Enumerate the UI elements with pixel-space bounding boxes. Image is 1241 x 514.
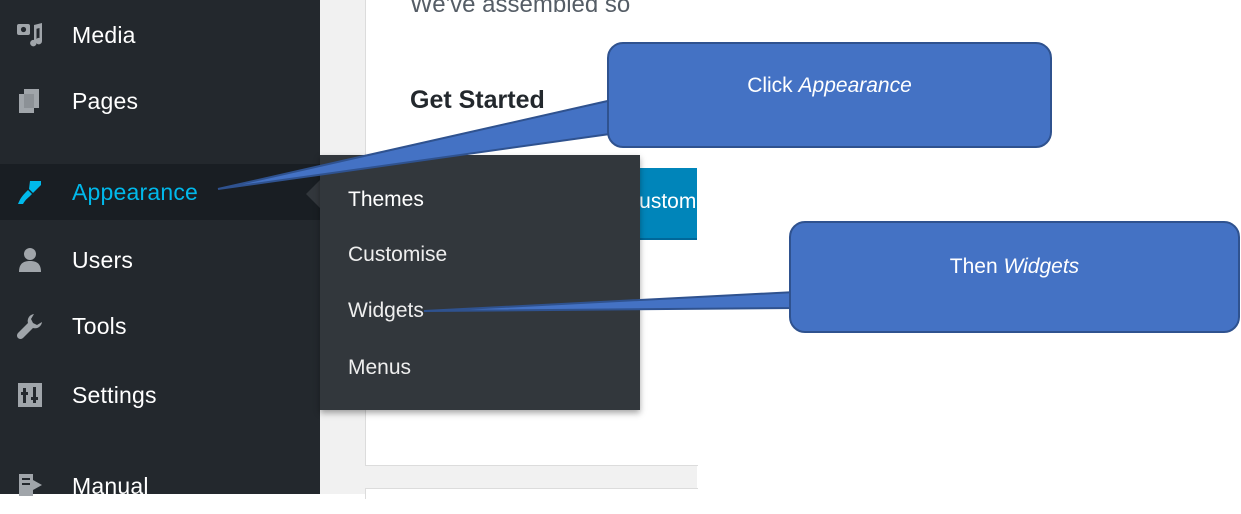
wrench-icon [16,314,42,340]
submenu-item-themes[interactable]: Themes [348,188,424,212]
sidebar-item-appearance[interactable]: Appearance [0,164,320,220]
callout-prefix: Click [747,74,799,97]
pages-icon [19,89,39,113]
sidebar-item-label: Pages [72,87,139,114]
manual-icon [19,474,42,496]
sidebar-item-label: Settings [72,381,157,408]
callout-emphasis: Widgets [1003,255,1080,278]
submenu-item-menus[interactable]: Menus [348,356,411,380]
sidebar-item-tools[interactable]: Tools [0,298,320,354]
sidebar-item-label: Appearance [72,178,199,205]
sidebar-item-label: Users [72,246,134,273]
appearance-submenu: Themes Customise Widgets Menus [320,155,640,410]
admin-sidebar: Media Pages Appearance Users Tools Setti… [0,0,320,499]
paintbrush-icon [18,181,41,204]
submenu-pointer-arrow [306,180,320,208]
submenu-item-customise[interactable]: Customise [348,243,447,267]
media-icon [17,23,43,47]
sidebar-item-users[interactable]: Users [0,232,320,288]
sidebar-item-media[interactable]: Media [0,7,320,63]
welcome-intro-text: We've assembled so [410,0,631,18]
callout-click-appearance: Click Appearance [607,42,1052,148]
sidebar-item-settings[interactable]: Settings [0,367,320,423]
sidebar-item-manual[interactable]: Manual [0,458,320,514]
sidebar-item-label: Media [72,21,136,48]
sidebar-item-label: Tools [72,312,127,339]
get-started-heading: Get Started [410,86,545,114]
sidebar-item-label: Manual [72,472,149,499]
users-icon [19,248,41,272]
submenu-item-widgets[interactable]: Widgets [348,299,424,323]
callout-then-widgets: Then Widgets [789,221,1240,333]
settings-icon [18,383,42,407]
callout-emphasis: Appearance [798,74,912,97]
callout-prefix: Then [949,255,1004,278]
sidebar-item-pages[interactable]: Pages [0,73,320,129]
